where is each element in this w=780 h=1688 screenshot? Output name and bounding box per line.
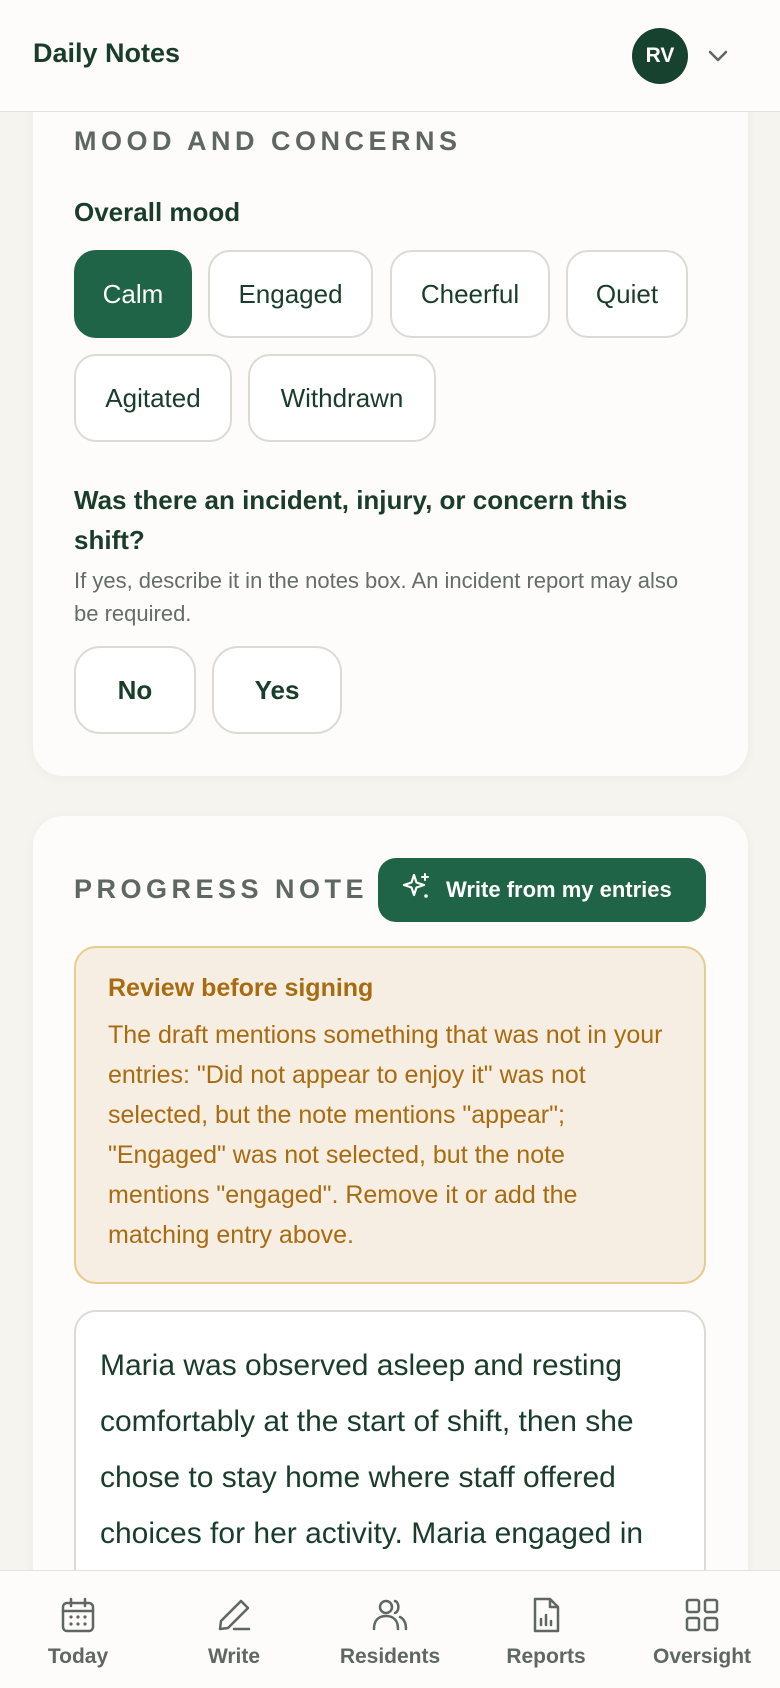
incident-help-text: If yes, describe it in the notes box. An… bbox=[74, 568, 679, 626]
nav-label-oversight: Oversight bbox=[652, 1645, 752, 1668]
progress-section-heading: PROGRESS NOTE bbox=[74, 874, 369, 904]
sparkle-icon bbox=[400, 871, 432, 909]
mood-chip-engaged[interactable]: Engaged bbox=[208, 250, 373, 338]
chevron-down-icon[interactable] bbox=[704, 42, 732, 70]
grid-icon bbox=[685, 1598, 719, 1632]
mood-chip-cheerful[interactable]: Cheerful bbox=[390, 250, 550, 338]
avatar[interactable]: RV bbox=[632, 28, 688, 84]
overall-mood-label: Overall mood bbox=[74, 197, 241, 227]
nav-label-today: Today bbox=[47, 1645, 109, 1668]
warning-title: Review before signing bbox=[108, 974, 374, 1002]
mood-chip-withdrawn[interactable]: Withdrawn bbox=[248, 354, 436, 442]
incident-yes-button[interactable]: Yes bbox=[212, 646, 342, 734]
incident-no-button[interactable]: No bbox=[74, 646, 196, 734]
app-header: Daily Notes RV bbox=[0, 0, 780, 112]
nav-label-write: Write bbox=[207, 1645, 261, 1668]
mood-chip-calm[interactable]: Calm bbox=[74, 250, 192, 338]
nav-label-reports: Reports bbox=[506, 1645, 586, 1668]
mood-section-heading: MOOD AND CONCERNS bbox=[74, 126, 462, 156]
incident-question: Was there an incident, injury, or concer… bbox=[74, 485, 628, 555]
nav-item-reports[interactable]: Reports bbox=[468, 1571, 624, 1688]
mood-card: MOOD AND CONCERNS Overall mood Calm Enga… bbox=[33, 60, 748, 776]
review-warning: Review before signing The draft mentions… bbox=[74, 946, 706, 1284]
write-from-entries-button[interactable]: Write from my entries bbox=[378, 858, 706, 922]
nav-item-residents[interactable]: Residents bbox=[312, 1571, 468, 1688]
bottom-nav: Today Write Residents Reports Oversight bbox=[0, 1570, 780, 1688]
page-title: Daily Notes bbox=[33, 38, 181, 68]
users-icon bbox=[372, 1599, 408, 1631]
mood-chip-agitated[interactable]: Agitated bbox=[74, 354, 232, 442]
nav-item-write[interactable]: Write bbox=[156, 1571, 312, 1688]
report-icon bbox=[533, 1597, 560, 1633]
write-from-entries-label: Write from my entries bbox=[446, 877, 672, 902]
calendar-icon bbox=[61, 1597, 95, 1633]
mood-chip-quiet[interactable]: Quiet bbox=[566, 250, 688, 338]
nav-item-today[interactable]: Today bbox=[0, 1571, 156, 1688]
nav-label-residents: Residents bbox=[339, 1645, 441, 1668]
nav-item-oversight[interactable]: Oversight bbox=[624, 1571, 780, 1688]
warning-body: The draft mentions something that was no… bbox=[108, 1021, 663, 1249]
pencil-icon bbox=[218, 1599, 251, 1631]
progress-note-card: PROGRESS NOTE Write from my entries Revi… bbox=[33, 816, 748, 1688]
